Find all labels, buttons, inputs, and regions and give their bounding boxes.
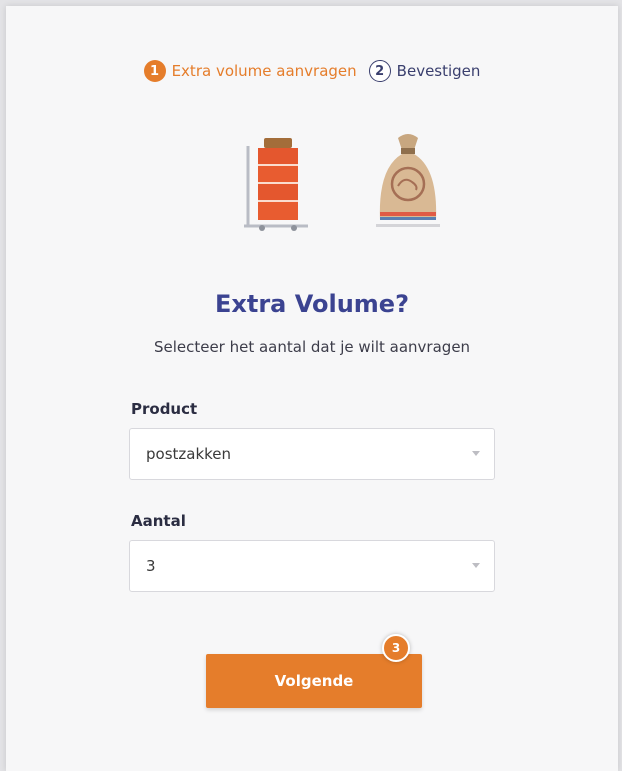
step-2: 2 Bevestigen: [368, 60, 481, 82]
chevron-down-icon: [472, 563, 480, 568]
next-button[interactable]: Volgende: [206, 654, 422, 708]
mail-sack-icon: [376, 134, 440, 227]
request-card: 1 Extra volume aanvragen 2 Bevestigen Ex…: [6, 6, 618, 771]
step-1: 1 Extra volume aanvragen: [143, 60, 357, 82]
stepper: 1 Extra volume aanvragen 2 Bevestigen: [6, 60, 618, 82]
mail-trolley-icon: [244, 138, 308, 231]
product-label: Product: [131, 400, 198, 418]
page-title: Extra Volume?: [214, 290, 409, 318]
product-select[interactable]: postzakken: [129, 428, 495, 480]
product-select-value: postzakken: [146, 445, 232, 463]
step-1-number: 1: [143, 60, 166, 82]
step-2-number: 2: [368, 60, 391, 82]
quantity-select-value: 3: [146, 557, 156, 575]
step-marker-badge: 3: [382, 634, 410, 662]
chevron-down-icon: [472, 451, 480, 456]
quantity-label: Aantal: [131, 512, 186, 530]
page-subtitle: Selecteer het aantal dat je wilt aanvrag…: [153, 338, 471, 356]
step-1-label: Extra volume aanvragen: [171, 62, 357, 80]
step-2-label: Bevestigen: [396, 62, 481, 80]
quantity-select[interactable]: 3: [129, 540, 495, 592]
